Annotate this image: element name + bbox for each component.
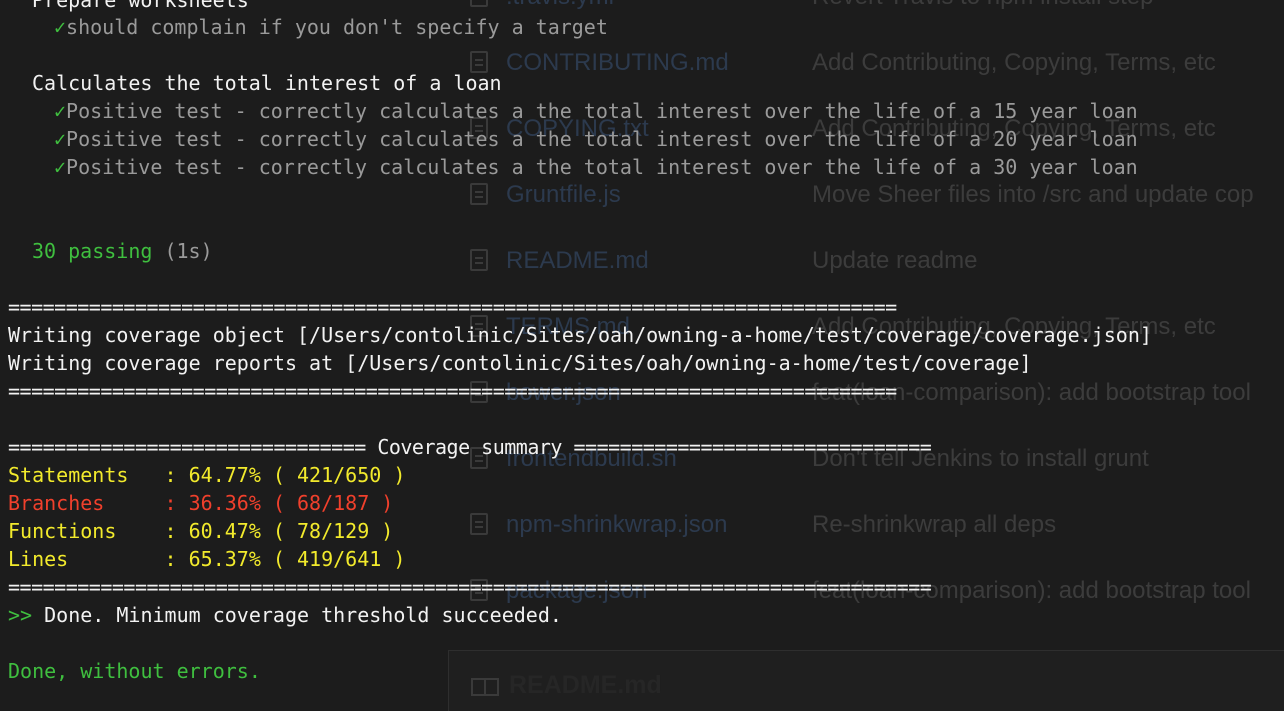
test-name: should complain if you don't specify a t…: [66, 15, 608, 39]
coverage-row-branches: Branches : 36.36% ( 68/187 ): [8, 489, 393, 517]
threshold-message: Done. Minimum coverage threshold succeed…: [32, 603, 562, 627]
test-name: Positive test - correctly calculates a t…: [66, 127, 1138, 151]
prompt-marker: >>: [8, 603, 33, 627]
coverage-value: : 64.77% ( 421/650 ): [164, 463, 406, 487]
threshold-line: >> Done. Minimum coverage threshold succ…: [8, 601, 562, 629]
check-icon: ✓: [54, 155, 67, 179]
test-result: ✓Positive test - correctly calculates a …: [54, 97, 1138, 125]
coverage-row-statements: Statements : 64.77% ( 421/650 ): [8, 461, 405, 489]
check-icon: ✓: [54, 127, 67, 151]
coverage-row-functions: Functions : 60.47% ( 78/129 ): [8, 517, 393, 545]
coverage-row-lines: Lines : 65.37% ( 419/641 ): [8, 545, 405, 573]
passing-time: (1s): [164, 239, 213, 263]
suite-title: Calculates the total interest of a loan: [32, 71, 502, 95]
suite-title: Prepare worksheets: [32, 0, 249, 12]
test-name: Positive test - correctly calculates a t…: [66, 99, 1138, 123]
separator: ========================================…: [8, 295, 897, 319]
done-message: Done, without errors.: [8, 659, 261, 683]
separator: ========================================…: [8, 379, 897, 403]
passing-count: 30 passing: [32, 239, 153, 263]
passing-summary: 30 passing (1s): [32, 237, 213, 265]
coverage-value: : 65.37% ( 419/641 ): [164, 547, 406, 571]
coverage-label: Functions: [8, 519, 165, 543]
separator: ========================================…: [8, 575, 932, 599]
coverage-label: Lines: [8, 547, 165, 571]
coverage-summary-header: =============================== Coverage…: [8, 435, 932, 459]
check-icon: ✓: [54, 15, 67, 39]
coverage-label: Statements: [8, 463, 165, 487]
test-result: ✓should complain if you don't specify a …: [54, 13, 608, 41]
coverage-value: : 60.47% ( 78/129 ): [164, 519, 394, 543]
coverage-value: : 36.36% ( 68/187 ): [164, 491, 394, 515]
coverage-reports-line: Writing coverage reports at [/Users/cont…: [8, 351, 1032, 375]
coverage-object-line: Writing coverage object [/Users/contolin…: [8, 323, 1152, 347]
terminal-output: Prepare worksheets ✓should complain if y…: [0, 0, 1284, 702]
test-result: ✓Positive test - correctly calculates a …: [54, 153, 1138, 181]
test-result: ✓Positive test - correctly calculates a …: [54, 125, 1138, 153]
test-name: Positive test - correctly calculates a t…: [66, 155, 1138, 179]
coverage-label: Branches: [8, 491, 165, 515]
check-icon: ✓: [54, 99, 67, 123]
